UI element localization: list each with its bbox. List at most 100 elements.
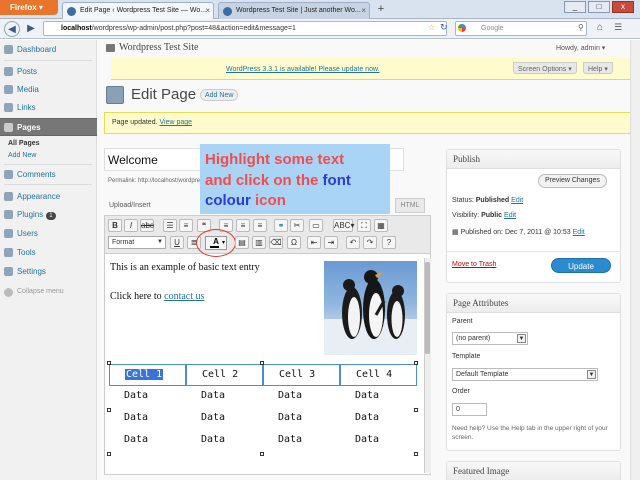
table-cell[interactable]: Data	[263, 430, 340, 452]
paste-text-icon[interactable]: ▤	[235, 236, 249, 249]
preview-changes-button[interactable]: Preview Changes	[538, 174, 607, 188]
unlink-icon[interactable]: ✂	[290, 219, 304, 232]
update-nag-text[interactable]: WordPress 3.3.1 is available! Please upd…	[226, 66, 380, 73]
maximize-button[interactable]: □	[588, 1, 610, 13]
minimize-button[interactable]: _	[564, 1, 586, 13]
strikethrough-button[interactable]: abc	[140, 219, 154, 232]
table-cell[interactable]: Data	[186, 430, 263, 452]
table-cell[interactable]: Data	[109, 430, 186, 452]
home-icon[interactable]: ⌂	[597, 22, 603, 33]
parent-select[interactable]: (no parent) ▼	[452, 332, 528, 345]
page-attributes-title[interactable]: Page Attributes	[447, 294, 620, 313]
site-name[interactable]: Wordpress Test Site	[119, 42, 198, 53]
help-button[interactable]: Help ▾	[583, 62, 613, 74]
sidebar-item-links[interactable]: Links	[0, 99, 97, 116]
collapse-menu[interactable]: Collapse menu	[0, 284, 97, 301]
table-header-cell[interactable]: Cell 3	[263, 364, 340, 386]
sidebar-item-settings[interactable]: Settings	[0, 263, 97, 280]
resize-handle[interactable]	[414, 452, 418, 456]
add-new-button[interactable]: Add New	[200, 89, 239, 101]
sidebar-item-appearance[interactable]: Appearance	[0, 188, 97, 205]
help-icon[interactable]: ?	[382, 236, 396, 249]
reload-icon[interactable]: ↻	[440, 22, 448, 33]
table-cell[interactable]: Data	[263, 386, 340, 408]
table-cell[interactable]: Data	[340, 430, 417, 452]
sidebar-item-dashboard[interactable]: Dashboard	[0, 41, 97, 58]
editor-scrollbar-thumb[interactable]	[425, 262, 430, 354]
new-tab-button[interactable]: +	[374, 3, 388, 17]
move-to-trash-link[interactable]: Move to Trash	[452, 261, 496, 268]
table-cell[interactable]: Data	[340, 408, 417, 430]
tab-test-site[interactable]: Wordpress Test Site | Just another Wo...…	[218, 2, 370, 19]
submenu-all-pages[interactable]: All Pages	[8, 140, 40, 147]
order-input[interactable]: 0	[452, 403, 487, 416]
penguins-image[interactable]	[324, 261, 417, 355]
forward-arrow-icon[interactable]: ▶	[23, 21, 39, 37]
paste-word-icon[interactable]: ▥	[252, 236, 266, 249]
edit-status-link[interactable]: Edit	[511, 197, 523, 204]
resize-handle[interactable]	[260, 361, 264, 365]
sidebar-item-tools[interactable]: Tools	[0, 244, 97, 261]
resize-handle[interactable]	[107, 452, 111, 456]
underline-button[interactable]: U	[170, 236, 184, 249]
table-cell[interactable]: Data	[109, 408, 186, 430]
close-tab-icon[interactable]: ×	[361, 6, 366, 15]
edit-date-link[interactable]: Edit	[573, 229, 585, 236]
bullet-list-icon[interactable]: ☰	[163, 219, 177, 232]
indent-icon[interactable]: ⇥	[324, 236, 338, 249]
special-character-icon[interactable]: Ω	[287, 236, 301, 249]
align-right-icon[interactable]: ≡	[253, 219, 267, 232]
close-tab-icon[interactable]: ×	[205, 6, 210, 15]
italic-button[interactable]: I	[124, 219, 138, 232]
edit-visibility-link[interactable]: Edit	[504, 212, 516, 219]
format-dropdown[interactable]: Format ▼	[108, 236, 166, 249]
html-tab[interactable]: HTML	[395, 198, 425, 213]
resize-handle[interactable]	[107, 408, 111, 412]
resize-handle[interactable]	[260, 452, 264, 456]
search-input[interactable]: Google	[455, 21, 587, 36]
view-page-link[interactable]: View page	[160, 119, 193, 126]
update-button[interactable]: Update	[551, 258, 611, 273]
toolbar-menu-icon[interactable]: ☰	[614, 22, 622, 33]
page-scrollbar[interactable]	[630, 40, 640, 480]
contact-link[interactable]: contact us	[164, 291, 204, 302]
kitchen-sink-icon[interactable]: ▦	[374, 219, 388, 232]
table-cell[interactable]: Data	[263, 408, 340, 430]
sidebar-item-plugins[interactable]: Plugins 1	[0, 206, 97, 223]
redo-icon[interactable]: ↷	[363, 236, 377, 249]
resize-handle[interactable]	[414, 408, 418, 412]
table-cell[interactable]: Data	[186, 408, 263, 430]
search-magnifier-icon[interactable]: ⚲	[578, 23, 584, 32]
sidebar-item-media[interactable]: Media	[0, 81, 97, 98]
upload-insert-label[interactable]: Upload/Insert	[109, 202, 151, 209]
clear-formatting-icon[interactable]: ⌫	[269, 236, 283, 249]
user-menu[interactable]: Howdy, admin ▾	[556, 44, 605, 52]
table-header-cell[interactable]: Cell 4	[340, 364, 417, 386]
sidebar-item-users[interactable]: Users	[0, 225, 97, 242]
publish-box-title[interactable]: Publish	[447, 150, 620, 169]
editor-paragraph[interactable]: Click here to contact us	[110, 291, 204, 302]
address-bar[interactable]: localhost/wordpress/wp-admin/post.php?po…	[43, 21, 447, 36]
screen-options-button[interactable]: Screen Options ▾	[513, 62, 577, 74]
back-arrow-icon[interactable]: ◀	[4, 21, 20, 37]
resize-handle[interactable]	[414, 361, 418, 365]
table-cell[interactable]: Data	[340, 386, 417, 408]
more-tag-icon[interactable]: ▭	[309, 219, 323, 232]
sidebar-item-posts[interactable]: Posts	[0, 63, 97, 80]
sidebar-item-comments[interactable]: Comments	[0, 166, 97, 183]
sidebar-item-pages[interactable]: Pages	[0, 118, 97, 136]
undo-icon[interactable]: ↶	[346, 236, 360, 249]
tab-edit-page[interactable]: Edit Page ‹ Wordpress Test Site — Wo... …	[62, 2, 214, 19]
table-cell[interactable]: Data	[109, 386, 186, 408]
submenu-add-new[interactable]: Add New	[8, 152, 36, 159]
outdent-icon[interactable]: ⇤	[307, 236, 321, 249]
spellcheck-icon[interactable]: ABC▾	[333, 219, 354, 232]
featured-image-title[interactable]: Featured Image	[447, 462, 620, 480]
bold-button[interactable]: B	[108, 219, 122, 232]
editor-paragraph[interactable]: This is an example of basic text entry	[110, 262, 260, 273]
align-center-icon[interactable]: ≡	[236, 219, 250, 232]
table-header-cell[interactable]: Cell 2	[186, 364, 263, 386]
template-select[interactable]: Default Template ▼	[452, 368, 598, 381]
close-window-button[interactable]: x	[612, 1, 634, 13]
table-header-cell[interactable]: Cell 1	[109, 364, 186, 386]
